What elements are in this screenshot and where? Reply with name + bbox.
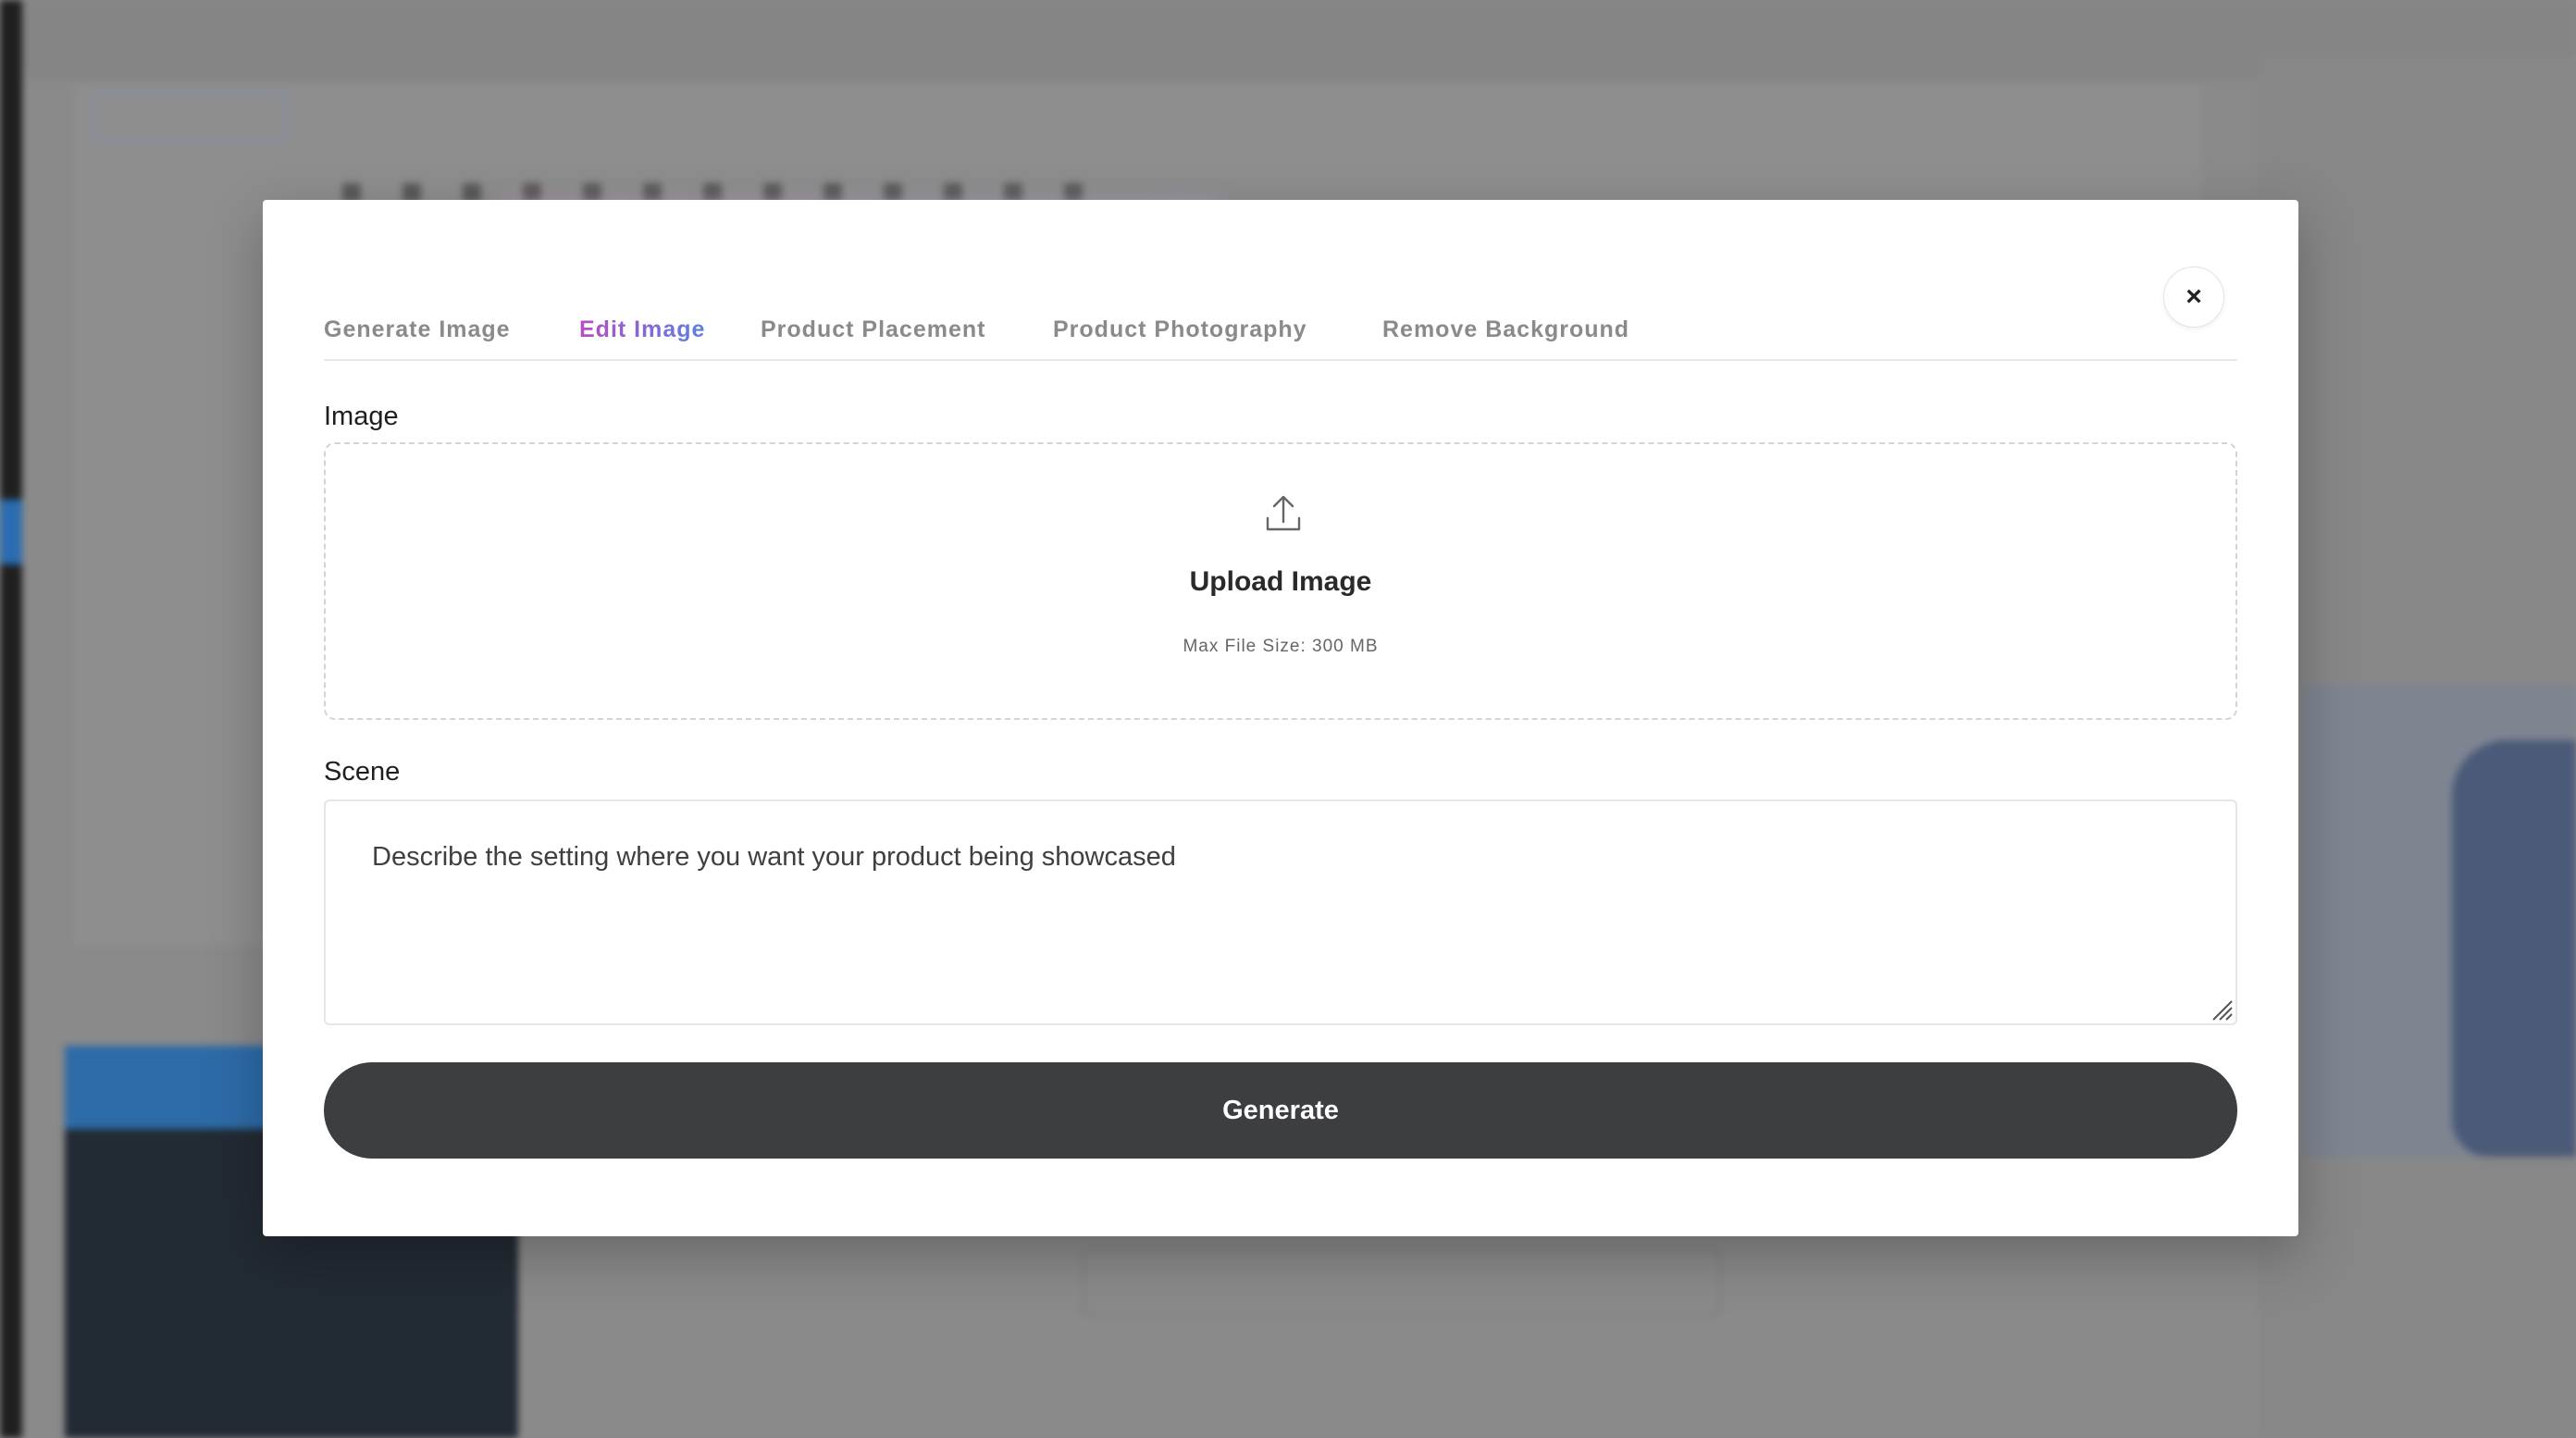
upload-icon xyxy=(1266,495,1301,531)
image-field-label: Image xyxy=(324,402,399,431)
tab-generate-image[interactable]: Generate Image xyxy=(324,316,511,343)
tab-product-placement[interactable]: Product Placement xyxy=(761,316,985,343)
upload-title: Upload Image xyxy=(1189,566,1372,597)
tab-product-photography[interactable]: Product Photography xyxy=(1053,316,1307,343)
image-upload-dropzone[interactable]: Upload Image Max File Size: 300 MB xyxy=(324,442,2237,720)
resize-handle-icon[interactable] xyxy=(2208,996,2234,1022)
tab-edit-image[interactable]: Edit Image xyxy=(579,316,705,343)
tab-bar: Generate Image Edit Image Product Placem… xyxy=(324,302,2237,361)
tab-remove-background[interactable]: Remove Background xyxy=(1382,316,1629,343)
scene-field-label: Scene xyxy=(324,757,401,787)
scene-textarea[interactable] xyxy=(324,800,2237,1025)
upload-max-size: Max File Size: 300 MB xyxy=(1183,637,1379,656)
generate-button[interactable]: Generate xyxy=(324,1062,2237,1159)
image-tools-modal: × Generate Image Edit Image Product Plac… xyxy=(263,200,2298,1236)
